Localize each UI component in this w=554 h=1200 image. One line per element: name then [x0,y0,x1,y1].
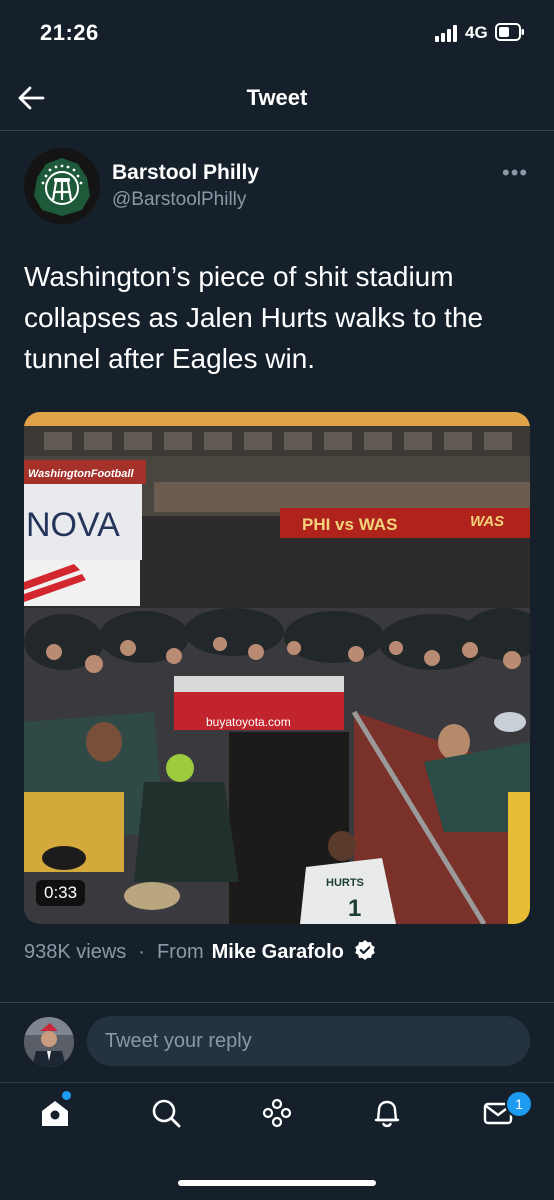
spaces-icon [262,1098,292,1128]
view-count: 938K views [24,941,127,963]
home-icon [42,1101,68,1126]
video-frame: WashingtonFootball NOVA PHI vs WAS WAS b… [24,412,530,924]
banner-right-text: WAS [470,513,504,530]
tab-spaces[interactable] [257,1093,297,1133]
tweet-meta: 938K views · From Mike Garafolo [24,939,376,964]
home-indicator[interactable] [178,1180,376,1186]
more-options-icon[interactable]: ••• [502,160,528,186]
video-source-link[interactable]: Mike Garafolo [212,941,344,963]
tab-notifications[interactable] [367,1093,407,1133]
board-left-text: NOVA [26,506,120,544]
signal-icon [435,24,461,42]
reply-input[interactable] [87,1016,530,1066]
user-avatar-image [24,1017,74,1067]
messages-count-badge: 1 [505,1090,533,1118]
page-title: Tweet [246,85,308,110]
content-divider [0,1002,554,1003]
tweet-text: Washington’s piece of shit stadium colla… [24,261,484,374]
author-avatar[interactable] [24,148,100,224]
tab-search[interactable] [146,1093,186,1133]
status-time: 21:26 [40,20,99,45]
jersey-number-text: 1 [348,895,361,922]
jersey-name-text: HURTS [326,877,364,889]
network-type: 4G [465,23,488,42]
author-handle[interactable]: @BarstoolPhilly [112,189,246,211]
notifications-icon [374,1100,400,1128]
home-new-indicator [62,1091,71,1100]
search-icon [152,1099,181,1128]
author-name[interactable]: Barstool Philly [112,161,259,185]
tweet-video[interactable]: WashingtonFootball NOVA PHI vs WAS WAS b… [24,412,530,924]
tabbar-divider [0,1082,554,1083]
video-duration: 0:33 [36,880,86,906]
from-label: From [156,941,204,963]
meta-separator: · [138,941,145,963]
verified-badge-icon [355,940,375,960]
header-divider [0,130,554,131]
battery-icon [495,23,524,41]
barstool-logo-icon [24,148,100,224]
banner-center-text: PHI vs WAS [302,515,397,534]
user-avatar[interactable] [24,1017,74,1067]
banner-left-text: WashingtonFootball [28,468,134,480]
tunnel-sign-text: buyatoyota.com [206,715,291,729]
